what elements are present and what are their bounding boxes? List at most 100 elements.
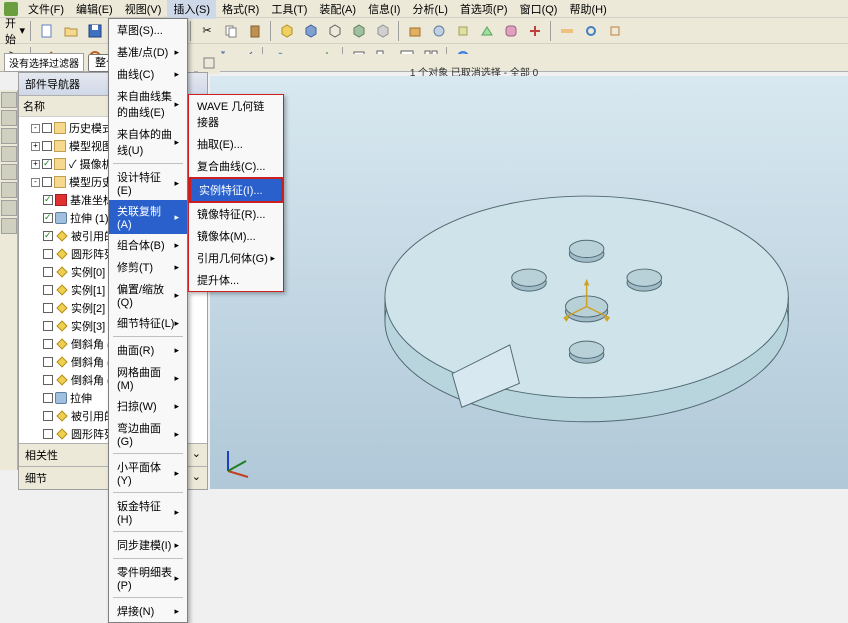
ext1-icon[interactable] — [556, 20, 578, 42]
tab-assembly-icon[interactable] — [1, 110, 17, 126]
cube-ghost-icon[interactable] — [372, 20, 394, 42]
checkbox[interactable] — [42, 141, 52, 151]
menu-item[interactable]: 设计特征(E)▸ — [109, 166, 187, 200]
checkbox[interactable] — [43, 411, 53, 421]
submenu-item[interactable]: 复合曲线(C)... — [189, 155, 283, 177]
menu-7[interactable]: 信息(I) — [362, 0, 406, 19]
paste-icon[interactable] — [244, 20, 266, 42]
menu-item[interactable]: 曲面(R)▸ — [109, 339, 187, 361]
open-icon[interactable] — [60, 20, 82, 42]
cube-yellow-icon[interactable] — [276, 20, 298, 42]
copy-icon[interactable] — [220, 20, 242, 42]
menu-item[interactable]: 钣金特征(H)▸ — [109, 495, 187, 529]
checkbox[interactable] — [42, 159, 52, 169]
checkbox[interactable] — [43, 249, 53, 259]
menu-item[interactable]: 关联复制(A)▸ — [109, 200, 187, 234]
feature1-icon[interactable] — [404, 20, 426, 42]
menu-item[interactable]: 偏置/缩放(Q)▸ — [109, 278, 187, 312]
menu-6[interactable]: 装配(A) — [313, 0, 362, 19]
tab-reuse-icon[interactable] — [1, 146, 17, 162]
feature3-icon[interactable] — [452, 20, 474, 42]
tab-history-icon[interactable] — [1, 200, 17, 216]
menu-2[interactable]: 视图(V) — [119, 0, 168, 19]
checkbox[interactable] — [43, 213, 53, 223]
checkbox[interactable] — [43, 339, 53, 349]
cube-shaded-icon[interactable] — [348, 20, 370, 42]
cut-icon[interactable]: ✂ — [196, 20, 218, 42]
tab-roles-icon[interactable] — [1, 218, 17, 234]
menu-item[interactable]: 基准/点(D)▸ — [109, 41, 187, 63]
checkbox[interactable] — [43, 321, 53, 331]
twist-icon[interactable]: + — [31, 142, 40, 151]
3d-viewport[interactable] — [210, 76, 848, 489]
checkbox[interactable] — [43, 375, 53, 385]
submenu-item[interactable]: 提升体... — [189, 269, 283, 291]
menu-item[interactable]: 小平面体(Y)▸ — [109, 456, 187, 490]
filter-icon2[interactable] — [198, 52, 220, 74]
tab-constraint-icon[interactable] — [1, 128, 17, 144]
menu-3[interactable]: 插入(S) — [167, 0, 216, 19]
submenu-arrow-icon: ▸ — [174, 69, 179, 80]
checkbox[interactable] — [43, 195, 53, 205]
menu-item[interactable]: 来自曲线集的曲线(E)▸ — [109, 85, 187, 123]
submenu-item[interactable]: 镜像体(M)... — [189, 225, 283, 247]
menu-item[interactable]: 网格曲面(M)▸ — [109, 361, 187, 395]
menu-5[interactable]: 工具(T) — [265, 0, 313, 19]
feature5-icon[interactable] — [500, 20, 522, 42]
submenu-item[interactable]: 抽取(E)... — [189, 133, 283, 155]
start-button[interactable]: 开始▾ — [4, 20, 26, 42]
menu-10[interactable]: 窗口(Q) — [514, 0, 564, 19]
menu-item[interactable]: 组合体(B)▸ — [109, 234, 187, 256]
menu-9[interactable]: 首选项(P) — [454, 0, 514, 19]
submenu-item[interactable]: 引用几何体(G)▸ — [189, 247, 283, 269]
tab-hd3d-icon[interactable] — [1, 164, 17, 180]
assoc-copy-submenu[interactable]: WAVE 几何链接器抽取(E)...复合曲线(C)...实例特征(I)...镜像… — [188, 94, 284, 292]
checkbox[interactable] — [43, 393, 53, 403]
checkbox[interactable] — [43, 429, 53, 439]
menu-item[interactable]: 扫掠(W)▸ — [109, 395, 187, 417]
left-icon-strip — [0, 90, 18, 470]
feature2-icon[interactable] — [428, 20, 450, 42]
checkbox[interactable] — [43, 231, 53, 241]
filter-label: 没有选择过滤器 — [4, 53, 84, 72]
feature4-icon[interactable] — [476, 20, 498, 42]
checkbox[interactable] — [43, 285, 53, 295]
menu-8[interactable]: 分析(L) — [406, 0, 453, 19]
twist-icon[interactable]: - — [31, 124, 40, 133]
checkbox[interactable] — [42, 123, 52, 133]
new-icon[interactable] — [36, 20, 58, 42]
insert-menu-popup[interactable]: 草图(S)...基准/点(D)▸曲线(C)▸来自曲线集的曲线(E)▸来自体的曲线… — [108, 18, 188, 623]
menu-item[interactable]: 曲线(C)▸ — [109, 63, 187, 85]
twist-icon[interactable]: + — [31, 160, 40, 169]
menu-item[interactable]: 同步建模(I)▸ — [109, 534, 187, 556]
menu-item[interactable]: 细节特征(L)▸ — [109, 312, 187, 334]
cube-wire-icon[interactable] — [324, 20, 346, 42]
submenu-item[interactable]: WAVE 几何链接器 — [189, 95, 283, 133]
submenu-item[interactable]: 实例特征(I)... — [189, 177, 283, 203]
menu-item[interactable]: 焊接(N)▸ — [109, 600, 187, 622]
menu-item[interactable]: 零件明细表(P)▸ — [109, 561, 187, 595]
cube-blue-icon[interactable] — [300, 20, 322, 42]
submenu-item[interactable]: 镜像特征(R)... — [189, 203, 283, 225]
menu-item[interactable]: 修剪(T)▸ — [109, 256, 187, 278]
tab-nav-icon[interactable] — [1, 92, 17, 108]
menu-item[interactable]: 来自体的曲线(U)▸ — [109, 123, 187, 161]
diamond-icon — [56, 266, 67, 277]
feature6-icon[interactable] — [524, 20, 546, 42]
menu-11[interactable]: 帮助(H) — [563, 0, 612, 19]
twist-icon[interactable]: - — [31, 178, 40, 187]
model-rendering — [210, 76, 848, 489]
save-icon[interactable] — [84, 20, 106, 42]
menu-item[interactable]: 弯边曲面(G)▸ — [109, 417, 187, 451]
checkbox[interactable] — [43, 267, 53, 277]
checkbox[interactable] — [42, 177, 52, 187]
ext3-icon[interactable] — [604, 20, 626, 42]
menu-item[interactable]: 草图(S)... — [109, 19, 187, 41]
ext2-icon[interactable] — [580, 20, 602, 42]
menu-4[interactable]: 格式(R) — [216, 0, 265, 19]
tab-browser-icon[interactable] — [1, 182, 17, 198]
menu-0[interactable]: 文件(F) — [22, 0, 70, 19]
checkbox[interactable] — [43, 357, 53, 367]
checkbox[interactable] — [43, 303, 53, 313]
menu-1[interactable]: 编辑(E) — [70, 0, 119, 19]
